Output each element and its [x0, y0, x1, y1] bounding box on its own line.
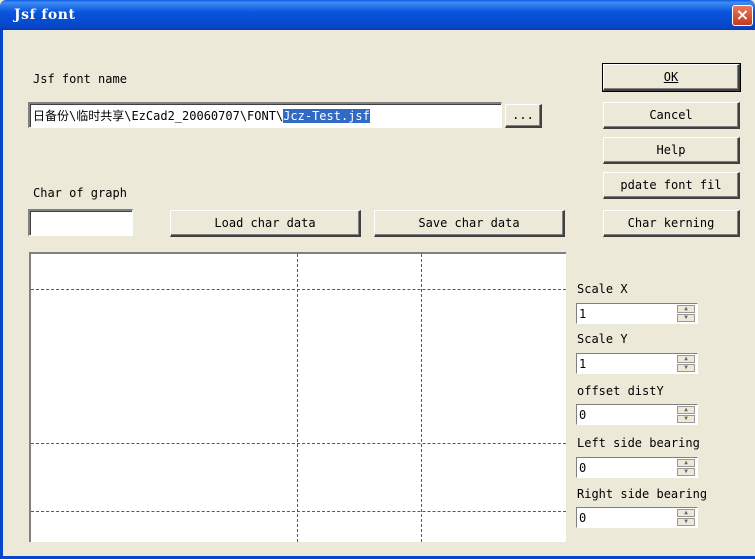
char-of-graph-label: Char of graph: [33, 186, 127, 200]
spin-up-icon[interactable]: ▲: [677, 305, 695, 313]
right-side-bearing-value: 0: [579, 511, 587, 525]
spin-up-icon[interactable]: ▲: [677, 459, 695, 467]
spin-down-icon[interactable]: ▼: [677, 364, 695, 372]
left-side-bearing-label: Left side bearing: [577, 436, 700, 450]
left-side-bearing-spinner[interactable]: 0 ▲ ▼: [576, 457, 698, 478]
scale-y-spinner[interactable]: 1 ▲ ▼: [576, 353, 698, 374]
font-path-prefix: 日备份\临时共享\EzCad2_20060707\FONT\: [33, 109, 284, 123]
scale-y-label: Scale Y: [577, 332, 628, 346]
ok-button[interactable]: OK: [602, 63, 741, 92]
title-bar[interactable]: Jsf font ×: [0, 0, 755, 30]
offset-disty-spinner[interactable]: 0 ▲ ▼: [576, 404, 698, 425]
left-side-bearing-arrows: ▲ ▼: [677, 459, 695, 476]
help-button[interactable]: Help: [603, 137, 740, 164]
save-char-data-button[interactable]: Save char data: [374, 210, 565, 237]
spin-up-icon[interactable]: ▲: [677, 509, 695, 517]
scale-x-label: Scale X: [577, 282, 628, 296]
cancel-button[interactable]: Cancel: [603, 102, 740, 129]
spin-down-icon[interactable]: ▼: [677, 518, 695, 526]
right-side-bearing-spinner[interactable]: 0 ▲ ▼: [576, 507, 698, 528]
font-path-selected: Jcz-Test.jsf: [283, 109, 370, 123]
right-side-bearing-arrows: ▲ ▼: [677, 509, 695, 526]
char-graph-canvas[interactable]: [29, 252, 566, 542]
load-char-data-button[interactable]: Load char data: [170, 210, 361, 237]
scale-x-value: 1: [579, 307, 587, 321]
baseline-guide-line: [31, 443, 566, 444]
font-path-text: 日备份\临时共享\EzCad2_20060707\FONT\Jcz-Test.j…: [33, 107, 370, 124]
offset-disty-label: offset distY: [577, 384, 664, 398]
scale-x-arrows: ▲ ▼: [677, 305, 695, 322]
scale-x-spinner[interactable]: 1 ▲ ▼: [576, 303, 698, 324]
spin-down-icon[interactable]: ▼: [677, 314, 695, 322]
offset-disty-value: 0: [579, 408, 587, 422]
left-bearing-guide-line: [297, 254, 298, 542]
window-title: Jsf font: [14, 7, 76, 23]
char-of-graph-input[interactable]: [28, 209, 133, 236]
ascent-guide-line: [31, 289, 566, 290]
scale-y-value: 1: [579, 357, 587, 371]
spin-up-icon[interactable]: ▲: [677, 406, 695, 414]
right-side-bearing-label: Right side bearing: [577, 487, 708, 501]
offset-disty-arrows: ▲ ▼: [677, 406, 695, 423]
spin-down-icon[interactable]: ▼: [677, 468, 695, 476]
update-font-file-button[interactable]: pdate font fil: [603, 172, 740, 199]
spin-down-icon[interactable]: ▼: [677, 415, 695, 423]
font-path-field[interactable]: 日备份\临时共享\EzCad2_20060707\FONT\Jcz-Test.j…: [28, 102, 502, 128]
descent-guide-line: [31, 511, 566, 512]
scale-y-arrows: ▲ ▼: [677, 355, 695, 372]
char-kerning-button[interactable]: Char kerning: [603, 210, 740, 237]
right-bearing-guide-line: [421, 254, 422, 542]
font-name-label: Jsf font name: [33, 72, 127, 86]
browse-button[interactable]: ...: [505, 104, 542, 128]
close-icon[interactable]: ×: [732, 5, 753, 26]
ok-label: OK: [663, 70, 679, 84]
left-side-bearing-value: 0: [579, 461, 587, 475]
spin-up-icon[interactable]: ▲: [677, 355, 695, 363]
